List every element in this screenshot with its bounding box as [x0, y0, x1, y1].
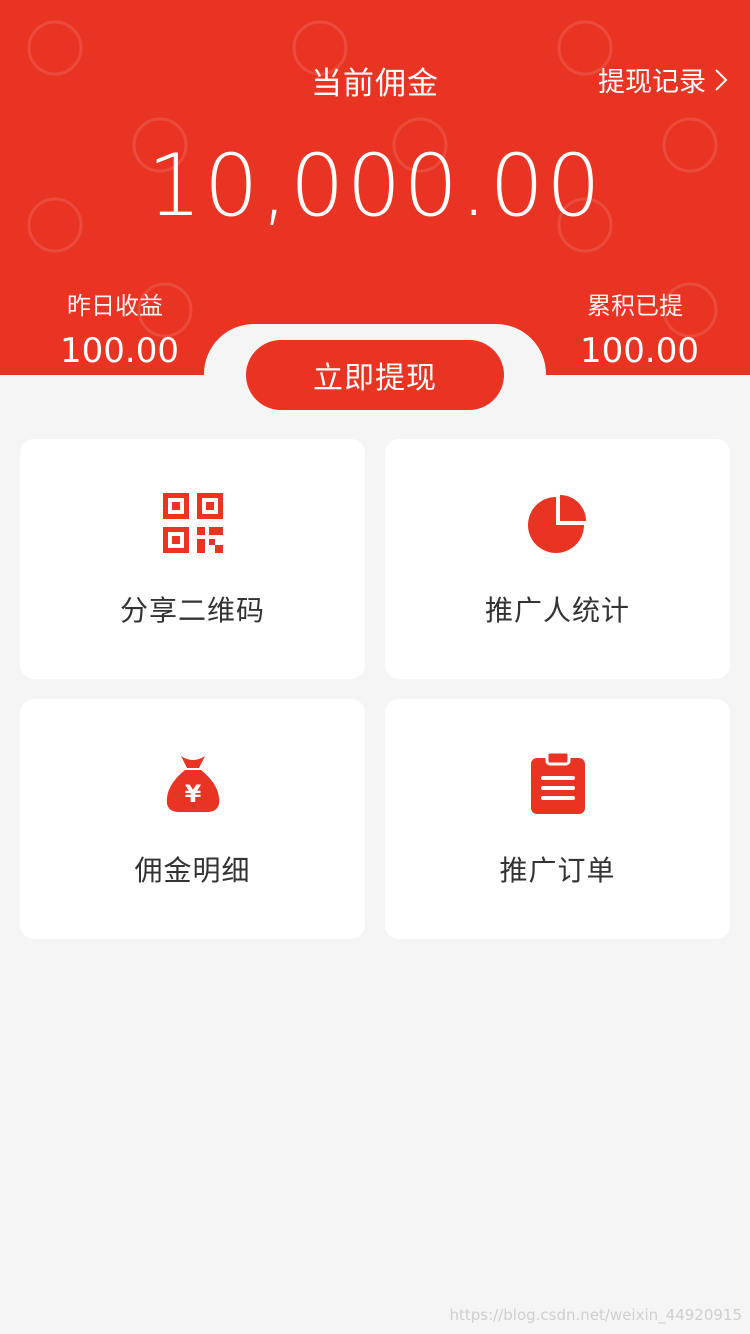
yesterday-earnings-label: 昨日收益: [67, 292, 163, 320]
feature-grid: 分享二维码 推广人统计 ¥ 佣金明细 推广订单: [20, 439, 730, 939]
commission-details-label: 佣金明细: [134, 854, 251, 887]
withdraw-records-label: 提现记录: [598, 67, 706, 98]
qr-code-icon: [161, 491, 225, 555]
money-bag-icon: ¥: [161, 751, 225, 815]
withdraw-now-button[interactable]: 立即提现: [246, 340, 504, 410]
referral-orders-label: 推广订单: [499, 854, 616, 887]
commission-details-card[interactable]: ¥ 佣金明细: [20, 699, 365, 939]
clipboard-icon: [526, 751, 590, 815]
footer-credit: https://blog.csdn.net/weixin_44920915: [449, 1306, 742, 1324]
referral-stats-card[interactable]: 推广人统计: [385, 439, 730, 679]
withdraw-records-link[interactable]: 提现记录: [598, 60, 728, 99]
commission-header: 当前佣金 提现记录 10,000.00 昨日收益 100.00 累积已提 100…: [0, 0, 750, 375]
chevron-right-icon: [715, 68, 728, 91]
referral-stats-label: 推广人统计: [484, 594, 630, 627]
share-qr-label: 分享二维码: [119, 594, 265, 627]
referral-orders-card[interactable]: 推广订单: [385, 699, 730, 939]
commission-amount: 10,000.00: [147, 136, 603, 236]
pie-chart-icon: [526, 491, 590, 555]
yesterday-earnings: 昨日收益 100.00: [60, 286, 179, 371]
total-withdrawn: 累积已提 100.00: [580, 286, 699, 371]
total-withdrawn-value: 100.00: [580, 331, 699, 371]
share-qr-card[interactable]: 分享二维码: [20, 439, 365, 679]
yesterday-earnings-value: 100.00: [60, 331, 179, 371]
total-withdrawn-label: 累积已提: [587, 292, 683, 320]
svg-text:¥: ¥: [184, 780, 201, 808]
